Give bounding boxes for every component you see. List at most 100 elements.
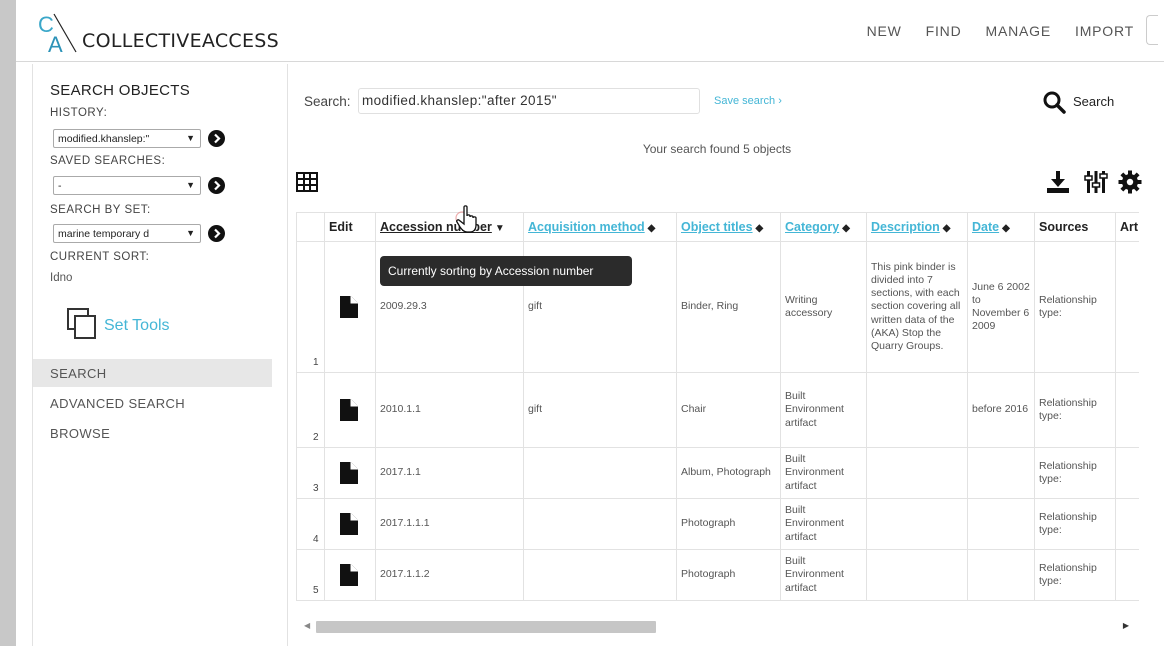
arrow-right-icon [214, 180, 221, 191]
sidebar-item-browse[interactable]: BROWSE [33, 419, 272, 447]
table-row[interactable]: 5 2017.1.1.2 Photograph Built Environmen… [296, 549, 1139, 601]
col-header-edit: Edit [324, 212, 376, 242]
search-by-set-go-button[interactable] [208, 225, 225, 242]
nav-find[interactable]: FIND [926, 23, 962, 45]
document-icon[interactable] [339, 398, 359, 422]
sidebar-title: SEARCH OBJECTS [50, 82, 191, 99]
arrow-right-icon [214, 228, 221, 239]
logo-text: COLLECTIVEACCESS [82, 30, 279, 52]
table-row[interactable]: 3 2017.1.1 Album, Photograph Built Envir… [296, 447, 1139, 499]
col-header-accession[interactable]: Accession number ▼ [375, 212, 524, 242]
sources-cell: Relationship type: [1034, 549, 1116, 601]
sort-icon: ◆ [842, 223, 850, 234]
category-cell: Built Environment artifact [780, 447, 867, 499]
search-by-set-value: marine temporary d [58, 228, 150, 240]
download-icon[interactable] [1046, 170, 1070, 194]
grid-view-icon[interactable] [296, 172, 318, 192]
header-quick-search[interactable] [1146, 15, 1158, 45]
arrow-right-icon [214, 133, 221, 144]
sources-cell: Relationship type: [1034, 498, 1116, 550]
column-settings-icon[interactable] [1084, 170, 1108, 194]
edit-cell[interactable] [324, 549, 376, 601]
table-row[interactable]: 4 2017.1.1.1 Photograph Built Environmen… [296, 498, 1139, 550]
description-cell: This pink binder is divided into 7 secti… [866, 241, 968, 373]
sidebar-item-advanced-search[interactable]: ADVANCED SEARCH [33, 389, 272, 417]
history-go-button[interactable] [208, 130, 225, 147]
set-tools-button[interactable]: Set Tools [66, 307, 186, 341]
scroll-left-icon[interactable]: ◀ [304, 621, 310, 630]
col-header-titles[interactable]: Object titles ◆ [676, 212, 781, 242]
col-header-sources-label: Sources [1039, 220, 1089, 234]
saved-searches-select[interactable]: - ▼ [53, 176, 201, 195]
category-cell: Built Environment artifact [780, 549, 867, 601]
col-header-art-label: Art [1120, 220, 1139, 234]
hand-cursor-icon [455, 205, 477, 233]
table-header-row: Edit Accession number ▼ Acquisition metho… [296, 212, 1139, 242]
saved-searches-go-button[interactable] [208, 177, 225, 194]
art-cell [1115, 372, 1139, 448]
svg-text:A: A [48, 32, 63, 54]
sort-category-link[interactable]: Category [785, 220, 839, 234]
ca-logo-icon: C A [38, 12, 77, 54]
sort-description-link[interactable]: Description [871, 220, 940, 234]
edit-cell[interactable] [324, 498, 376, 550]
sort-icon: ◆ [755, 223, 764, 234]
chevron-down-icon: ▼ [186, 133, 195, 143]
nav-new[interactable]: NEW [867, 23, 902, 45]
set-tools-icon [67, 308, 96, 339]
top-nav: NEW FIND MANAGE IMPORT [843, 15, 1158, 45]
document-icon[interactable] [339, 295, 359, 319]
result-count: Your search found 5 objects [642, 142, 792, 156]
art-cell [1115, 447, 1139, 499]
row-number: 5 [296, 549, 325, 601]
sort-acquisition-link[interactable]: Acquisition method [528, 220, 645, 234]
logo[interactable]: C A COLLECTIVEACCESS [36, 10, 279, 54]
art-cell [1115, 241, 1139, 373]
description-cell [866, 447, 968, 499]
col-header-acquisition[interactable]: Acquisition method ◆ [523, 212, 677, 242]
search-by-set-select[interactable]: marine temporary d ▼ [53, 224, 201, 243]
col-header-date[interactable]: Date ◆ [967, 212, 1035, 242]
category-cell: Built Environment artifact [780, 498, 867, 550]
history-select[interactable]: modified.khanslep:" ▼ [53, 129, 201, 148]
sort-titles-link[interactable]: Object titles [681, 220, 753, 234]
titles-cell: Album, Photograph [676, 447, 781, 499]
sort-icon: ◆ [1002, 223, 1010, 234]
search-button-label: Search [1073, 94, 1115, 109]
sidebar: SEARCH OBJECTS HISTORY: modified.khansle… [32, 64, 288, 646]
nav-manage[interactable]: MANAGE [986, 23, 1051, 45]
category-cell: Built Environment artifact [780, 372, 867, 448]
titles-cell: Photograph [676, 549, 781, 601]
col-header-description[interactable]: Description ◆ [866, 212, 968, 242]
accession-cell: 2017.1.1 [375, 447, 524, 499]
accession-cell: 2010.1.1 [375, 372, 524, 448]
gear-icon[interactable] [1118, 170, 1142, 194]
sort-date-link[interactable]: Date [972, 220, 999, 234]
document-icon[interactable] [339, 512, 359, 536]
edit-cell[interactable] [324, 241, 376, 373]
horizontal-scrollbar[interactable]: ◀ ▶ [296, 617, 1139, 637]
col-header-art: Art [1115, 212, 1139, 242]
acquisition-cell [523, 498, 677, 550]
search-button[interactable]: Search [1042, 90, 1122, 118]
description-cell [866, 498, 968, 550]
search-input[interactable]: modified.khanslep:"after 2015" [358, 88, 700, 114]
acquisition-cell [523, 549, 677, 601]
document-icon[interactable] [339, 461, 359, 485]
document-icon[interactable] [339, 563, 359, 587]
main-content: Search: modified.khanslep:"after 2015" S… [272, 64, 1164, 646]
col-header-category[interactable]: Category ◆ [780, 212, 867, 242]
scrollbar-thumb[interactable] [316, 621, 656, 633]
saved-searches-value: - [58, 180, 62, 192]
scroll-right-icon[interactable]: ▶ [1123, 621, 1129, 630]
nav-import[interactable]: IMPORT [1075, 23, 1134, 45]
sidebar-item-search[interactable]: SEARCH [33, 359, 272, 387]
sources-cell: Relationship type: [1034, 447, 1116, 499]
accession-cell: 2017.1.1.1 [375, 498, 524, 550]
edit-cell[interactable] [324, 447, 376, 499]
save-search-link[interactable]: Save search › [714, 95, 782, 107]
row-number: 1 [296, 241, 325, 373]
history-select-value: modified.khanslep:" [58, 133, 150, 145]
edit-cell[interactable] [324, 372, 376, 448]
table-row[interactable]: 2 2010.1.1 gift Chair Built Environment … [296, 372, 1139, 448]
